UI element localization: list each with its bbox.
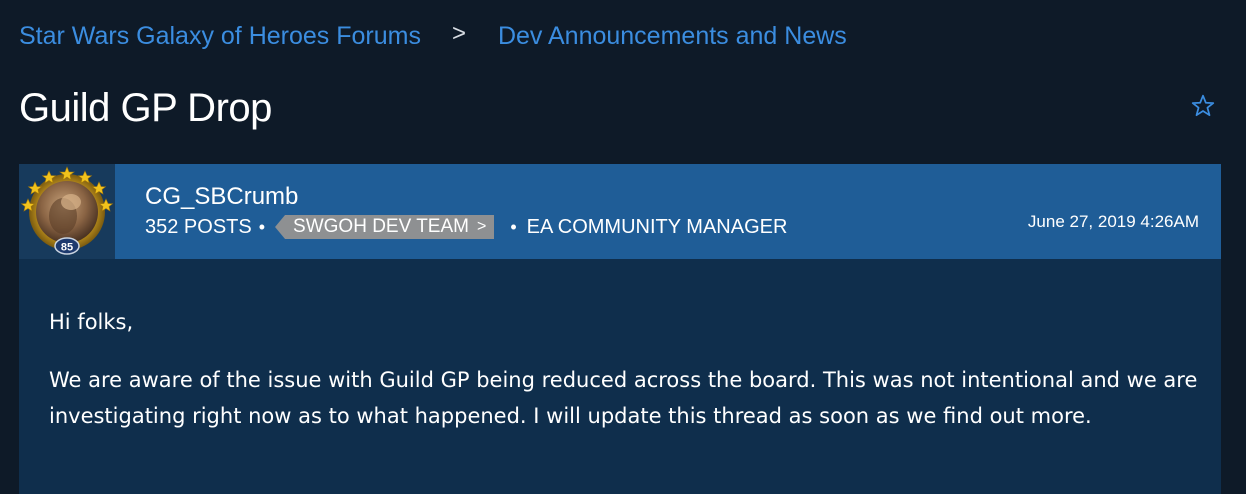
post: 85 CG_SBCrumb 352 POSTS • SWGOH DEV TEAM… [19,164,1221,494]
breadcrumb-forum-link[interactable]: Star Wars Galaxy of Heroes Forums [19,22,421,51]
breadcrumb: Star Wars Galaxy of Heroes Forums > Dev … [19,18,847,54]
author-meta: 352 POSTS • SWGOH DEV TEAM > • EA COMMUN… [145,214,787,240]
post-body: Hi folks, We are aware of the issue with… [49,304,1199,456]
meta-dot: • [510,216,517,237]
page-title: Guild GP Drop [19,86,272,130]
role-label: EA COMMUNITY MANAGER [526,215,788,238]
avatar[interactable]: 85 [19,164,115,259]
star-outline-icon[interactable] [1190,93,1216,119]
avatar-level: 85 [61,242,73,254]
author-name[interactable]: CG_SBCrumb [145,183,298,211]
meta-dot: • [258,216,266,237]
post-paragraph: We are aware of the issue with Guild GP … [49,368,1198,428]
breadcrumb-category-link[interactable]: Dev Announcements and News [498,22,847,51]
avatar-portrait: 85 [20,166,114,255]
breadcrumb-separator: > [451,20,466,47]
posts-count: 352 POSTS [145,215,252,238]
team-badge[interactable]: SWGOH DEV TEAM > [275,215,495,239]
chevron-right-icon: > [476,218,487,235]
post-header: 85 CG_SBCrumb 352 POSTS • SWGOH DEV TEAM… [19,164,1221,259]
team-badge-label: SWGOH DEV TEAM [293,216,469,237]
post-paragraph: Hi folks, [49,310,134,334]
post-date[interactable]: June 27, 2019 4:26AM [1028,212,1199,232]
